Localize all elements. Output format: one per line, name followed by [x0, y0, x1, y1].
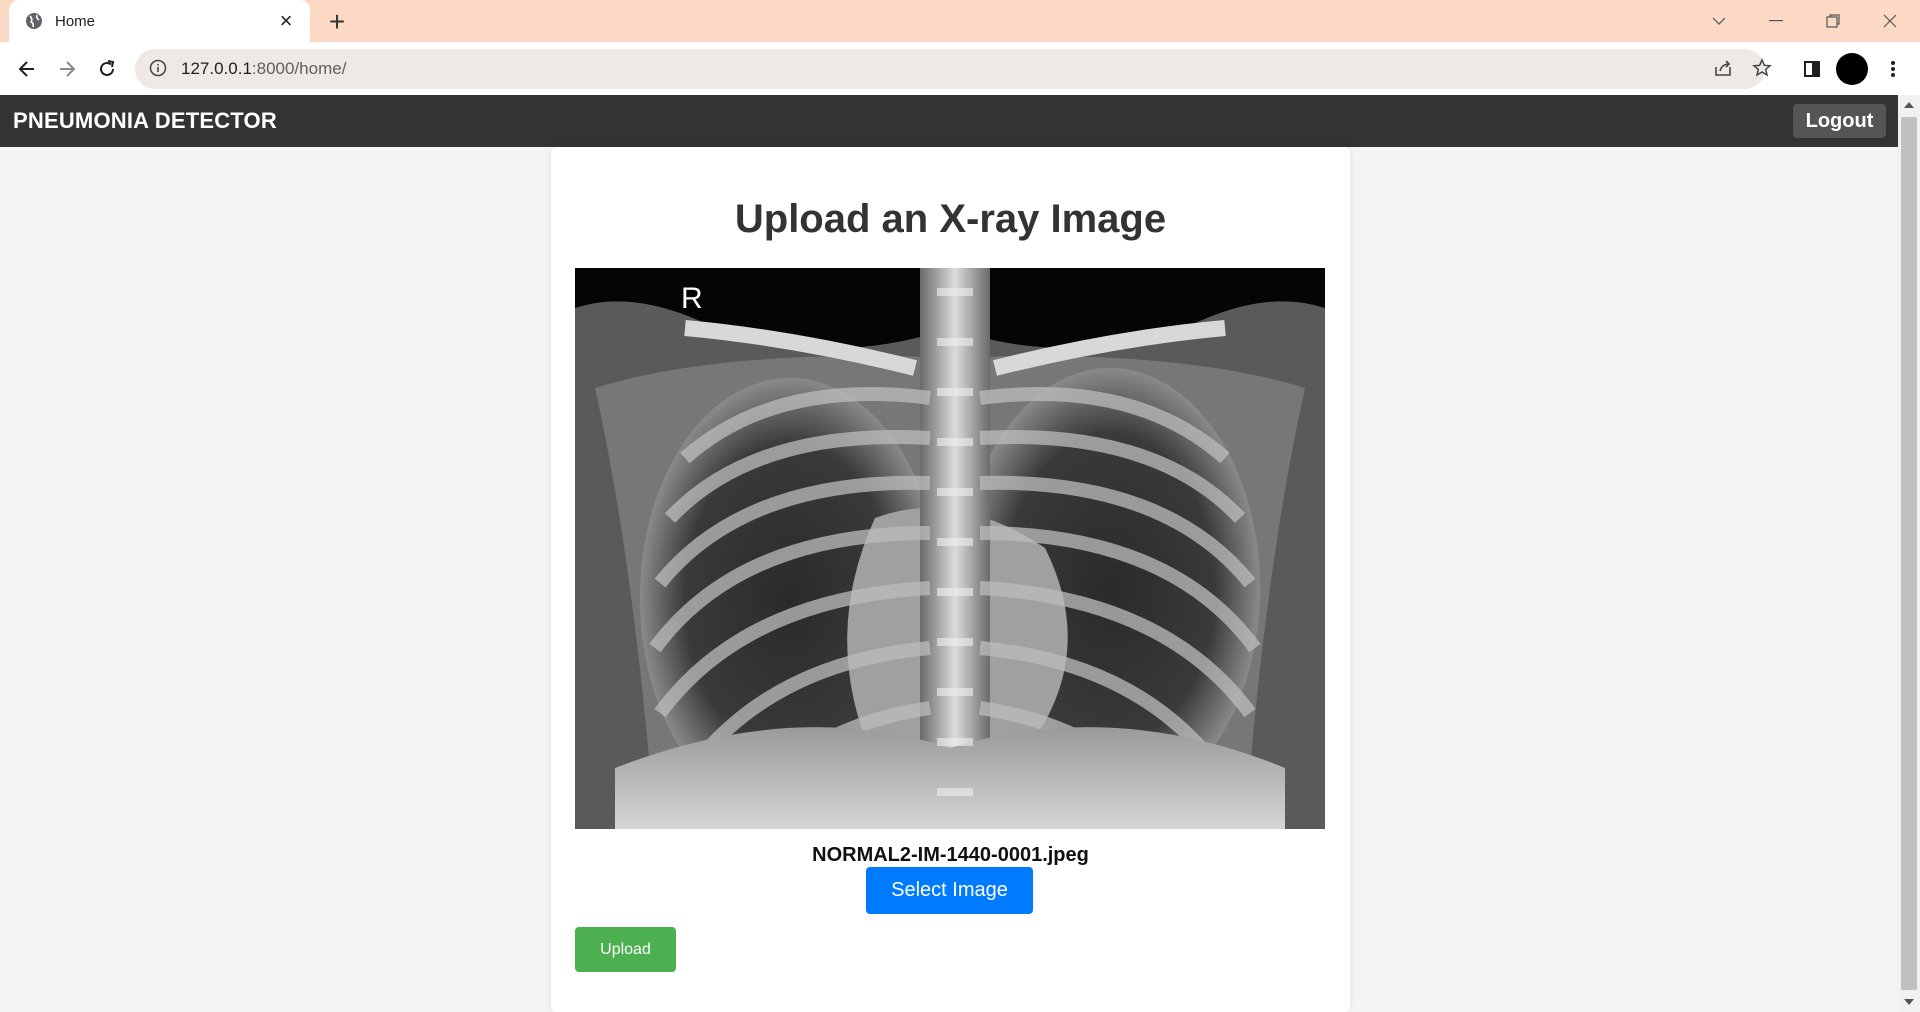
minimize-icon[interactable]: [1748, 0, 1804, 42]
tab-title: Home: [55, 12, 96, 30]
bookmark-star-icon[interactable]: [1748, 54, 1776, 82]
close-icon[interactable]: ×: [274, 8, 298, 33]
new-tab-button[interactable]: +: [322, 6, 352, 37]
app-navbar: PNEUMONIA DETECTOR Logout: [0, 95, 1898, 147]
tab-search-icon[interactable]: [1691, 0, 1747, 42]
select-image-button[interactable]: Select Image: [866, 867, 1033, 914]
info-icon[interactable]: [149, 59, 169, 79]
page-title: Upload an X-ray Image: [734, 197, 1167, 241]
globe-icon: [25, 12, 43, 30]
profile-avatar[interactable]: [1835, 52, 1869, 86]
forward-arrow-icon[interactable]: [50, 52, 84, 86]
page-scrollbar[interactable]: [1898, 95, 1920, 1012]
url-path: :8000/home/: [251, 59, 347, 78]
browser-toolbar: 127.0.0.1:8000/home/: [0, 42, 1920, 95]
scroll-up-icon[interactable]: [1898, 95, 1920, 115]
url-host: 127.0.0.1: [181, 59, 252, 78]
browser-tab[interactable]: Home ×: [9, 0, 310, 42]
upload-card: Upload an X-ray Image R NORMAL2-IM-1440-…: [551, 147, 1350, 1012]
brand-title: PNEUMONIA DETECTOR: [13, 108, 277, 133]
xray-preview-image: R: [575, 268, 1325, 829]
upload-button[interactable]: Upload: [575, 927, 676, 972]
share-icon[interactable]: [1709, 54, 1737, 82]
side-panel-icon[interactable]: [1795, 52, 1829, 86]
scroll-thumb[interactable]: [1901, 117, 1917, 990]
restore-icon[interactable]: [1805, 0, 1861, 42]
avatar: [1836, 53, 1868, 85]
orientation-marker: R: [681, 282, 703, 315]
scroll-down-icon[interactable]: [1898, 992, 1920, 1012]
kebab-menu-icon[interactable]: [1876, 52, 1910, 86]
reload-icon[interactable]: [90, 52, 124, 86]
browser-tab-strip: Home × +: [0, 0, 1920, 42]
logout-button[interactable]: Logout: [1793, 104, 1886, 138]
window-close-icon[interactable]: [1862, 0, 1918, 42]
selected-filename: NORMAL2-IM-1440-0001.jpeg: [812, 844, 1089, 866]
back-arrow-icon[interactable]: [10, 52, 44, 86]
address-bar[interactable]: 127.0.0.1:8000/home/: [135, 49, 1765, 89]
